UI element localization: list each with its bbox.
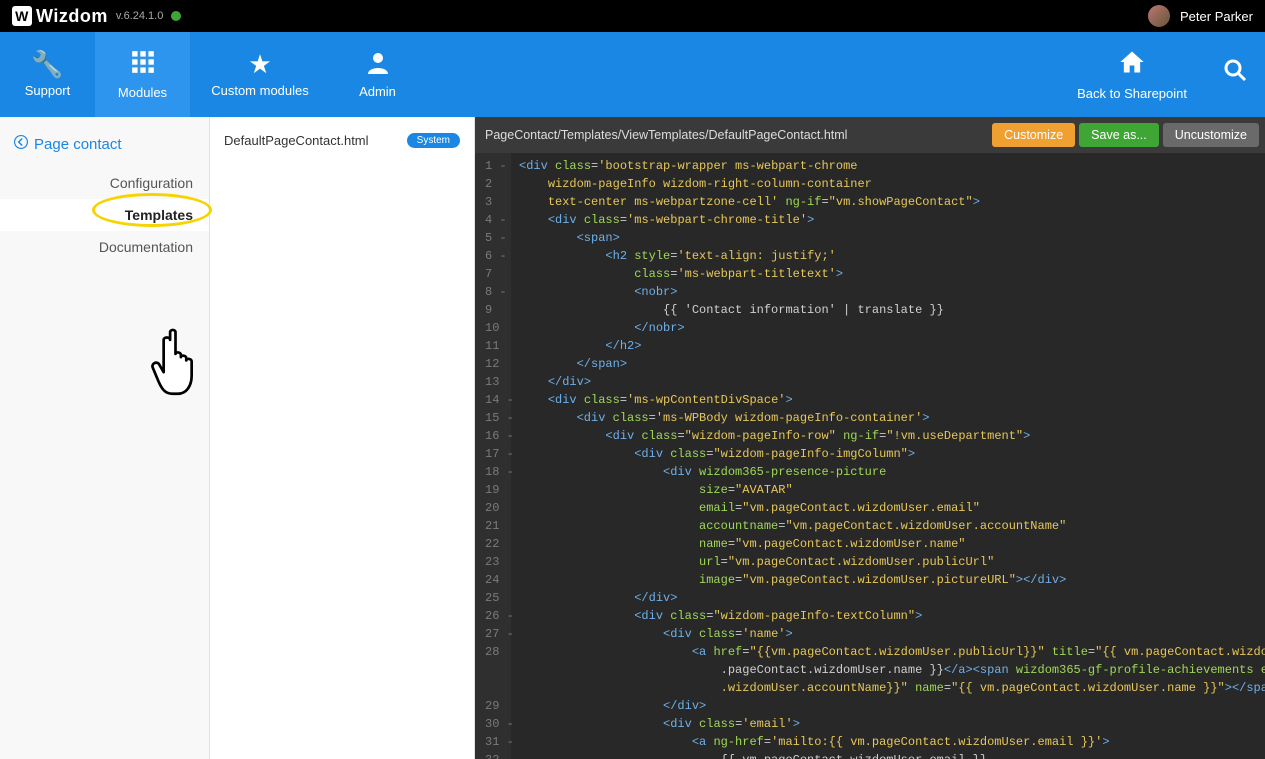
grid-icon <box>130 49 156 79</box>
file-list: DefaultPageContact.html System <box>210 117 475 759</box>
customize-button[interactable]: Customize <box>992 123 1075 147</box>
save-as-button[interactable]: Save as... <box>1079 123 1159 147</box>
star-icon: ★ <box>248 51 271 77</box>
nav-back-to-sharepoint[interactable]: Back to Sharepoint <box>1059 32 1205 117</box>
nav-admin[interactable]: Admin <box>330 32 425 117</box>
brand-logo: W Wizdom <box>12 6 108 27</box>
nav-support-label: Support <box>25 83 71 98</box>
user-name[interactable]: Peter Parker <box>1180 9 1253 24</box>
sidebar-templates-label: Templates <box>125 207 193 223</box>
sidebar-item-documentation[interactable]: Documentation <box>0 231 209 263</box>
body: Page contact Configuration Templates Doc… <box>0 117 1265 759</box>
wrench-icon: 🔧 <box>31 51 63 77</box>
nav-back-label: Back to Sharepoint <box>1077 86 1187 101</box>
topbar: W Wizdom v.6.24.1.0 Peter Parker <box>0 0 1265 32</box>
nav-support[interactable]: 🔧 Support <box>0 32 95 117</box>
version-label: v.6.24.1.0 <box>116 10 164 22</box>
brand-logo-icon: W <box>12 6 32 26</box>
line-gutter: 1 -2 3 4 -5 -6 -7 8 -9 10 11 12 13 14 -1… <box>475 153 511 759</box>
person-icon <box>366 50 390 78</box>
search-icon <box>1223 58 1247 86</box>
sidebar: Page contact Configuration Templates Doc… <box>0 117 210 759</box>
file-list-item[interactable]: DefaultPageContact.html System <box>224 133 460 148</box>
nav-search[interactable] <box>1205 32 1265 117</box>
sidebar-title-text: Page contact <box>34 136 122 153</box>
editor-panel: PageContact/Templates/ViewTemplates/Defa… <box>475 117 1265 759</box>
code-content[interactable]: <div class='bootstrap-wrapper ms-webpart… <box>511 153 1265 759</box>
sidebar-title[interactable]: Page contact <box>0 129 209 167</box>
file-name-label: DefaultPageContact.html <box>224 133 369 148</box>
user-avatar[interactable] <box>1148 5 1170 27</box>
status-indicator-icon <box>171 11 181 21</box>
home-icon <box>1118 48 1146 80</box>
main-nav: 🔧 Support Modules ★ Custom modules Admin… <box>0 32 1265 117</box>
sidebar-item-configuration[interactable]: Configuration <box>0 167 209 199</box>
nav-custom-modules[interactable]: ★ Custom modules <box>190 32 330 117</box>
brand-name: Wizdom <box>36 6 108 27</box>
nav-modules[interactable]: Modules <box>95 32 190 117</box>
sidebar-item-templates[interactable]: Templates <box>0 199 209 231</box>
nav-custom-modules-label: Custom modules <box>211 83 309 98</box>
editor-header: PageContact/Templates/ViewTemplates/Defa… <box>475 117 1265 153</box>
editor-file-path: PageContact/Templates/ViewTemplates/Defa… <box>485 128 847 142</box>
system-badge: System <box>407 133 460 148</box>
nav-modules-label: Modules <box>118 85 167 100</box>
arrow-left-icon <box>14 135 28 153</box>
code-editor[interactable]: 1 -2 3 4 -5 -6 -7 8 -9 10 11 12 13 14 -1… <box>475 153 1265 759</box>
uncustomize-button[interactable]: Uncustomize <box>1163 123 1259 147</box>
nav-admin-label: Admin <box>359 84 396 99</box>
